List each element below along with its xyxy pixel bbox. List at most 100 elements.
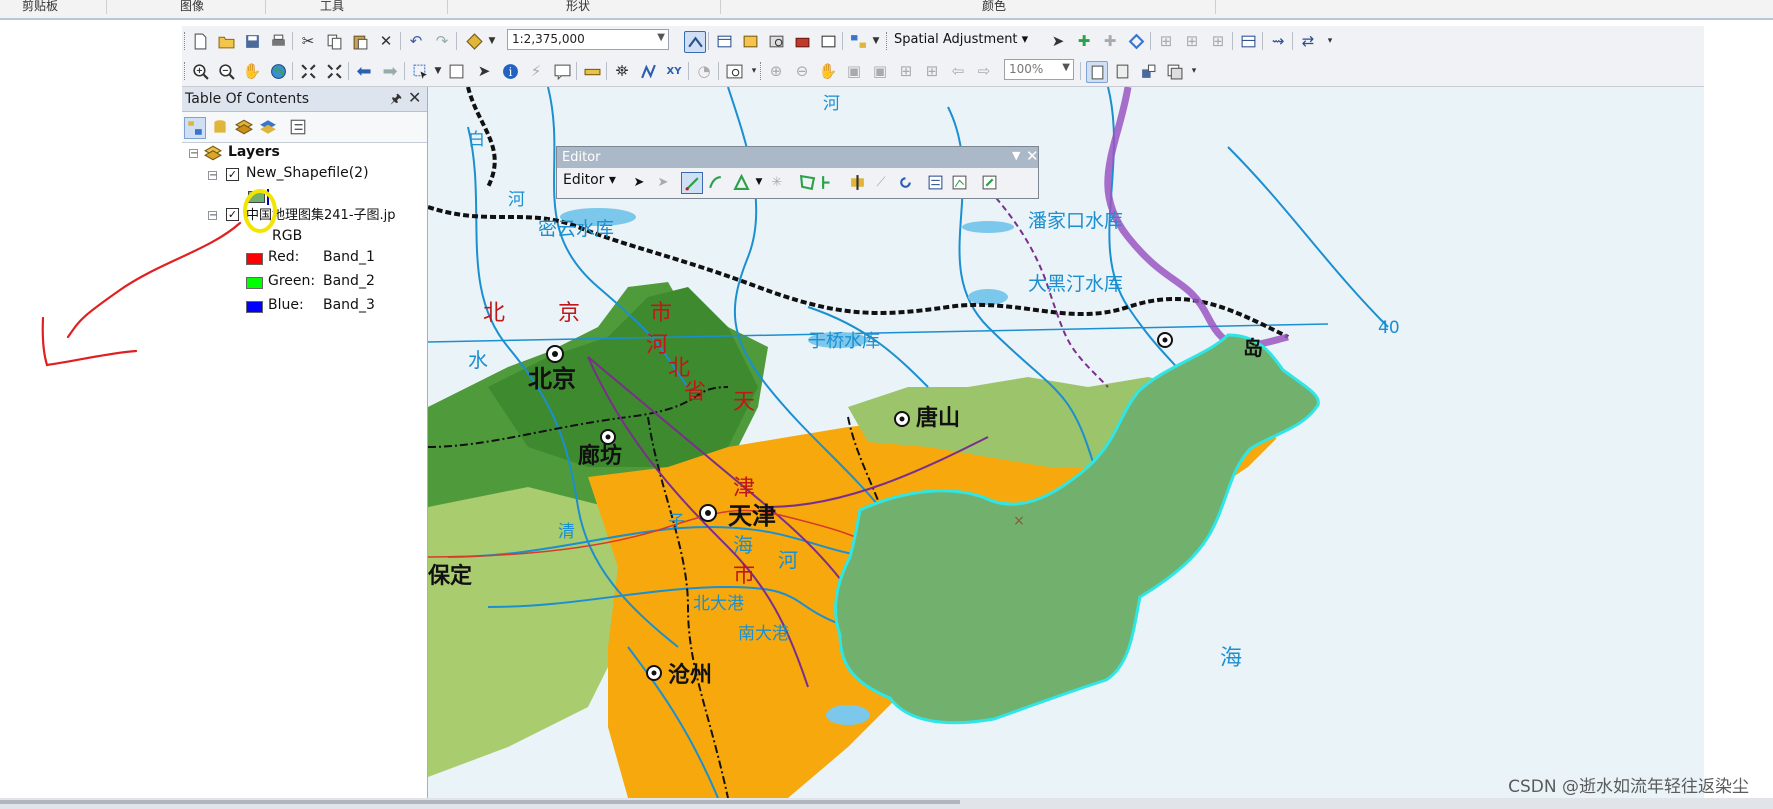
modelbuilder-dropdown-icon[interactable]: ▼ <box>866 31 886 51</box>
editor-toolbar-toggle-icon[interactable] <box>684 31 706 53</box>
print-icon[interactable] <box>268 31 288 51</box>
list-by-visibility-icon[interactable] <box>234 117 254 137</box>
add-data-icon[interactable] <box>464 31 484 51</box>
cut-icon[interactable]: ✂ <box>298 31 318 51</box>
collapse-layer-icon[interactable]: − <box>208 211 217 221</box>
catalog-icon[interactable] <box>740 31 760 51</box>
find-route-icon[interactable] <box>638 61 658 81</box>
construction-tools-icon[interactable] <box>731 172 751 192</box>
next-extent-icon[interactable]: ⇨ <box>974 61 994 81</box>
redo-icon[interactable]: ↷ <box>432 31 452 51</box>
edit-vertices-icon[interactable] <box>797 172 817 192</box>
layout-zoom-in-icon[interactable]: ⊕ <box>766 61 786 81</box>
search-window-icon[interactable] <box>766 31 786 51</box>
layer-name-raster[interactable]: 中国地理图集241-子图.jp <box>246 204 396 223</box>
back-arrow-icon[interactable]: ⬅ <box>354 61 374 82</box>
chevron-down-icon[interactable]: ▼ <box>1062 62 1070 73</box>
list-by-drawing-order-icon[interactable] <box>184 117 206 139</box>
multiple-displacement-icon[interactable] <box>1126 31 1146 51</box>
editor-menu-dropdown[interactable]: Editor ▾ <box>563 172 616 188</box>
zoom-whole-page-icon[interactable]: ▣ <box>844 61 864 81</box>
python-window-icon[interactable] <box>818 31 838 51</box>
new-document-icon[interactable] <box>190 31 210 51</box>
copy-icon[interactable] <box>324 31 344 51</box>
layer-symbol-swatch[interactable] <box>248 191 265 203</box>
ribbon-group-clipboard[interactable]: 剪贴板 <box>22 0 58 12</box>
rotate-tool-icon[interactable] <box>895 172 915 192</box>
new-identity-link-icon[interactable]: ⊞ <box>1208 31 1228 51</box>
trace-tool-icon[interactable]: ✳ <box>767 172 787 192</box>
toolbar-options-icon[interactable]: ▾ <box>1320 31 1340 51</box>
sketch-properties-icon[interactable] <box>949 172 969 192</box>
close-icon[interactable]: ✕ <box>408 88 421 107</box>
toolbox-icon[interactable] <box>792 31 812 51</box>
new-limited-adjust-area-icon[interactable]: ⊞ <box>1156 31 1176 51</box>
forward-arrow-icon[interactable]: ➡ <box>380 61 400 82</box>
end-point-arc-icon[interactable] <box>705 172 725 192</box>
options-icon[interactable] <box>288 117 308 137</box>
scale-combo[interactable]: 1:2,375,000 ▼ <box>507 29 669 50</box>
add-data-dropdown-icon[interactable]: ▼ <box>482 31 502 51</box>
clear-limited-adjust-area-icon[interactable]: ⊞ <box>1182 31 1202 51</box>
attribute-transfer-icon[interactable]: ⇝ <box>1268 31 1288 51</box>
previous-extent-icon[interactable]: ⇦ <box>948 61 968 81</box>
fixed-zoom-in-icon[interactable] <box>298 61 318 81</box>
go-to-xy-icon[interactable]: XY <box>664 61 684 81</box>
spatial-adjustment-menu[interactable]: Spatial Adjustment ▾ <box>894 32 1028 47</box>
select-elements-arrow-icon[interactable]: ➤ <box>474 61 494 81</box>
view-link-table-icon[interactable] <box>1238 31 1258 51</box>
new-attribute-transfer-link-icon[interactable]: ⇄ <box>1298 31 1318 51</box>
identify-icon[interactable]: i <box>500 61 520 81</box>
select-features-dropdown-icon[interactable]: ▼ <box>428 61 448 81</box>
toolbar-options-icon[interactable]: ▾ <box>1184 61 1204 81</box>
ribbon-group-shapes[interactable]: 形状 <box>566 0 590 12</box>
pan-hand-icon[interactable]: ✋ <box>242 61 262 81</box>
time-slider-icon[interactable]: ◔ <box>694 61 714 81</box>
fixed-zoom-in-layout-icon[interactable]: ⊞ <box>896 61 916 81</box>
toolbar-grip[interactable] <box>760 62 764 80</box>
open-folder-icon[interactable] <box>216 31 236 51</box>
ribbon-group-tools[interactable]: 工具 <box>320 0 344 12</box>
undo-icon[interactable]: ↶ <box>406 31 426 51</box>
layer-visibility-checkbox[interactable]: ✓ <box>226 208 239 221</box>
toolbar-grip[interactable] <box>886 32 890 50</box>
clear-selection-icon[interactable] <box>446 61 466 81</box>
create-features-icon[interactable] <box>979 172 999 192</box>
list-by-selection-icon[interactable] <box>258 117 278 137</box>
zoom-in-icon[interactable] <box>190 61 210 81</box>
toggle-draft-mode-icon[interactable] <box>1086 61 1108 83</box>
select-elements-icon[interactable]: ➤ <box>1048 31 1068 51</box>
collapse-layer-icon[interactable]: − <box>208 171 217 181</box>
edit-annotation-tool-icon[interactable]: ➤ <box>653 172 673 192</box>
create-viewer-window-icon[interactable] <box>724 61 744 81</box>
fixed-zoom-out-layout-icon[interactable]: ⊞ <box>922 61 942 81</box>
layout-pan-icon[interactable]: ✋ <box>818 61 838 81</box>
fixed-zoom-out-icon[interactable] <box>324 61 344 81</box>
straight-segment-icon[interactable] <box>681 172 703 194</box>
edit-tool-arrow-icon[interactable]: ➤ <box>629 172 649 192</box>
paste-icon[interactable] <box>350 31 370 51</box>
construction-tools-dropdown-icon[interactable]: ▼ <box>749 172 769 192</box>
ribbon-group-image[interactable]: 图像 <box>180 0 204 12</box>
html-popup-icon[interactable] <box>552 61 572 81</box>
layout-zoom-out-icon[interactable]: ⊖ <box>792 61 812 81</box>
measure-icon[interactable] <box>582 61 602 81</box>
delete-icon[interactable]: ✕ <box>376 31 396 51</box>
cut-polygons-icon[interactable] <box>847 172 867 192</box>
zoom-combo[interactable]: 100% ▼ <box>1004 59 1074 80</box>
layer-visibility-checkbox[interactable]: ✓ <box>226 168 239 181</box>
chevron-down-icon[interactable]: ▼ <box>1012 149 1020 162</box>
full-extent-globe-icon[interactable] <box>268 61 288 81</box>
hyperlink-icon[interactable]: ⚡ <box>526 61 546 81</box>
pin-icon[interactable]: 🖈 <box>390 90 402 112</box>
bottom-scrollbar-thumb[interactable] <box>0 800 960 804</box>
select-features-icon[interactable] <box>410 61 430 81</box>
split-tool-icon[interactable]: ⟋ <box>871 172 891 192</box>
new-displacement-link-icon[interactable]: ✚ <box>1074 31 1094 51</box>
find-binoculars-icon[interactable]: ⛯ <box>612 61 632 81</box>
attributes-icon[interactable] <box>925 172 945 192</box>
zoom-100-icon[interactable]: ▣ <box>870 61 890 81</box>
collapse-layers-icon[interactable]: − <box>189 149 198 159</box>
toolbar-grip[interactable] <box>184 32 188 50</box>
close-icon[interactable]: ✕ <box>1026 147 1039 165</box>
